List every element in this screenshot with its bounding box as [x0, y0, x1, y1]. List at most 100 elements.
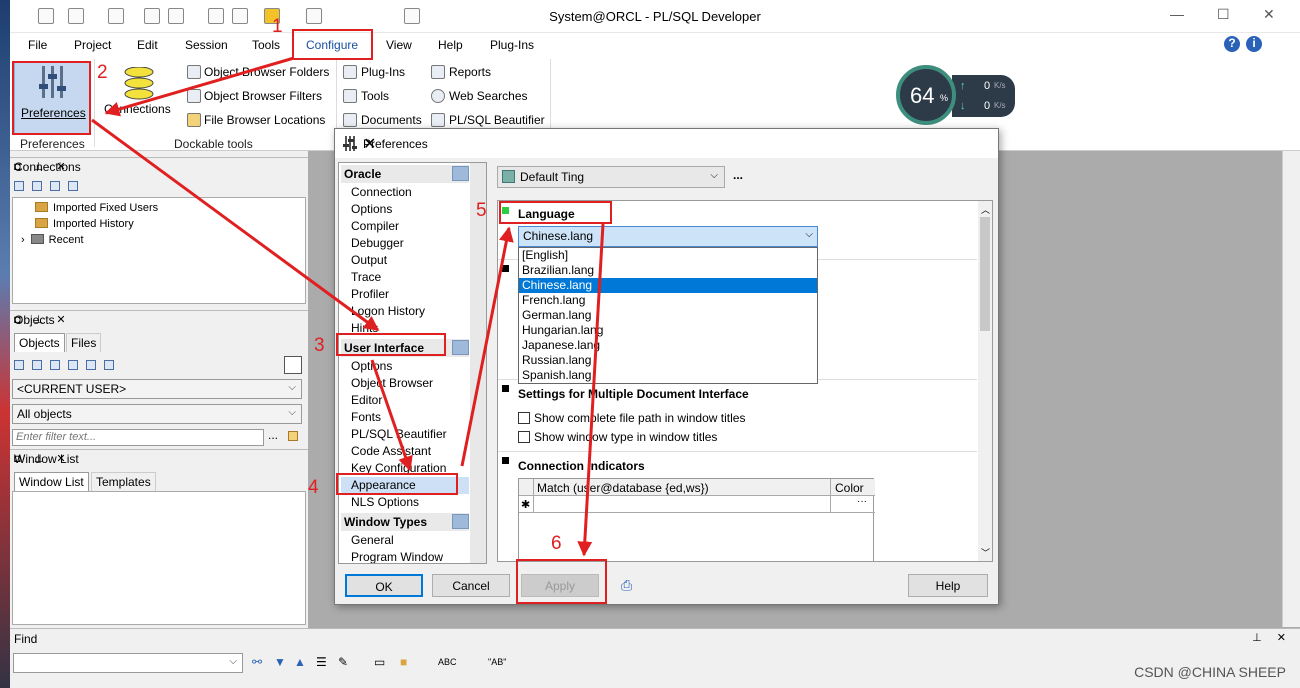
tree-item[interactable]: Imported Fixed Users — [35, 202, 158, 214]
objects-filter-select[interactable]: All objects ⌵ — [12, 404, 302, 424]
oracle-group-header[interactable]: Oracle — [341, 165, 469, 183]
filter-icon[interactable] — [86, 360, 96, 370]
minimize-button[interactable]: — — [1170, 6, 1184, 22]
expand-icon[interactable]: › — [21, 234, 25, 246]
checkbox[interactable] — [284, 356, 302, 374]
show-type-checkbox[interactable]: Show window type in window titles — [518, 430, 717, 444]
info-icon[interactable]: i — [1246, 36, 1262, 52]
more-button[interactable]: ... — [268, 428, 278, 442]
remove-icon[interactable] — [50, 181, 60, 191]
list-item[interactable]: Logon History — [351, 304, 425, 318]
panel-controls[interactable]: ◘ ⊥ ✕ — [14, 452, 302, 465]
reports-button[interactable]: Reports — [449, 65, 491, 79]
collapse-icon[interactable] — [452, 166, 469, 181]
list-item[interactable]: PL/SQL Beautifier — [351, 427, 447, 441]
menu-view[interactable]: View — [386, 38, 412, 52]
help-icon[interactable]: ? — [1224, 36, 1240, 52]
find-prev-icon[interactable]: ▲ — [294, 655, 306, 669]
tab-objects[interactable]: Objects — [14, 333, 65, 352]
language-option[interactable]: Japanese.lang — [519, 338, 817, 353]
list-item[interactable]: NLS Options — [351, 495, 419, 509]
find-next-icon[interactable]: ▼ — [274, 655, 286, 669]
collapse-icon[interactable] — [452, 514, 469, 529]
collapse-icon[interactable] — [452, 340, 469, 355]
checkbox-box[interactable] — [518, 431, 530, 443]
language-dropdown-list[interactable]: [English] Brazilian.lang Chinese.lang Fr… — [518, 247, 818, 384]
dialog-close-button[interactable]: ✕ — [363, 134, 988, 154]
list-item[interactable]: General — [351, 533, 394, 547]
window-types-group-header[interactable]: Window Types — [341, 513, 469, 531]
chevron-down-icon[interactable]: ﹀ — [981, 546, 990, 559]
language-option[interactable]: Brazilian.lang — [519, 263, 817, 278]
language-option[interactable]: [English] — [519, 248, 817, 263]
list-item[interactable]: Compiler — [351, 219, 399, 233]
connections-button[interactable]: Connections — [104, 102, 171, 116]
list-item[interactable]: Debugger — [351, 236, 404, 250]
add-icon[interactable] — [32, 360, 42, 370]
remove-icon[interactable] — [50, 360, 60, 370]
eraser-icon[interactable]: ✎ — [338, 655, 348, 669]
connections-tree[interactable]: Imported Fixed Users Imported History › R… — [12, 197, 306, 304]
chevron-up-icon[interactable]: ︿ — [981, 203, 990, 216]
list-item[interactable]: Options — [351, 359, 392, 373]
language-option[interactable]: French.lang — [519, 293, 817, 308]
filter-text-input[interactable]: Enter filter text... — [12, 429, 264, 446]
checkbox-box[interactable] — [518, 412, 530, 424]
add-icon[interactable] — [32, 181, 42, 191]
list-item[interactable]: Trace — [351, 270, 381, 284]
preferences-category-list[interactable]: Oracle Connection Options Compiler Debug… — [338, 162, 487, 564]
maximize-button[interactable]: ☐ — [1217, 6, 1230, 23]
profile-more-button[interactable]: ... — [733, 168, 743, 182]
refresh-icon[interactable] — [14, 181, 24, 191]
find-input[interactable]: ⌵ — [13, 653, 243, 673]
menu-session[interactable]: Session — [185, 38, 228, 52]
list-item[interactable]: Program Window — [351, 550, 443, 563]
profile-select[interactable]: Default Ting ⌵ — [497, 166, 725, 188]
menu-project[interactable]: Project — [74, 38, 111, 52]
tab-window-list[interactable]: Window List — [14, 472, 89, 491]
print-icon[interactable]: ⎙ — [621, 577, 632, 594]
list-icon[interactable]: ☰ — [316, 655, 327, 669]
plugins-button[interactable]: Plug-Ins — [361, 65, 405, 79]
list-scrollbar[interactable] — [470, 163, 486, 563]
object-browser-filters-button[interactable]: Object Browser Filters — [204, 89, 322, 103]
find-icon[interactable] — [68, 360, 78, 370]
help-button[interactable]: Help — [908, 574, 988, 597]
mdi-scrollbar[interactable] — [1282, 151, 1300, 627]
window-list[interactable] — [12, 491, 306, 625]
window-icon[interactable]: ▭ — [374, 655, 385, 669]
refresh-icon[interactable] — [14, 360, 24, 370]
tree-item[interactable]: › Recent — [21, 234, 84, 246]
beautifier-button[interactable]: PL/SQL Beautifier — [449, 113, 545, 127]
list-item[interactable]: Output — [351, 253, 387, 267]
web-searches-button[interactable]: Web Searches — [449, 89, 528, 103]
tab-files[interactable]: Files — [66, 333, 102, 352]
menu-plugins[interactable]: Plug-Ins — [490, 38, 534, 52]
panel-controls[interactable]: ◘ ⊥ ✕ — [14, 160, 302, 173]
language-option[interactable]: Hungarian.lang — [519, 323, 817, 338]
menu-edit[interactable]: Edit — [137, 38, 158, 52]
whole-word-toggle[interactable]: "AB" — [488, 657, 506, 667]
list-item[interactable]: Editor — [351, 393, 382, 407]
tree-item[interactable]: Imported History — [35, 218, 134, 230]
scroll-thumb[interactable] — [980, 217, 990, 331]
object-browser-folders-button[interactable]: Object Browser Folders — [204, 65, 329, 79]
content-scrollbar[interactable]: ︿ ﹀ — [978, 201, 992, 561]
folder-icon[interactable] — [288, 431, 298, 441]
panel-controls[interactable]: ⊥ ✕ — [1252, 631, 1292, 644]
menu-tools[interactable]: Tools — [252, 38, 280, 52]
file-browser-locations-button[interactable]: File Browser Locations — [204, 113, 325, 127]
folder-icon[interactable]: ■ — [400, 655, 407, 669]
indicators-grid[interactable]: Match (user@database {ed,ws}) Color ✱ ··… — [518, 478, 875, 561]
connect-icon[interactable] — [104, 360, 114, 370]
list-item[interactable]: Profiler — [351, 287, 389, 301]
tab-templates[interactable]: Templates — [91, 472, 156, 491]
user-select[interactable]: <CURRENT USER> ⌵ — [12, 379, 302, 399]
show-path-checkbox[interactable]: Show complete file path in window titles — [518, 411, 745, 425]
documents-button[interactable]: Documents — [361, 113, 422, 127]
list-item[interactable]: Object Browser — [351, 376, 433, 390]
panel-controls[interactable]: ◘ ⊥ ✕ — [14, 313, 302, 326]
connect-icon[interactable] — [68, 181, 78, 191]
language-option[interactable]: Spanish.lang — [519, 368, 817, 383]
list-item[interactable]: Fonts — [351, 410, 381, 424]
